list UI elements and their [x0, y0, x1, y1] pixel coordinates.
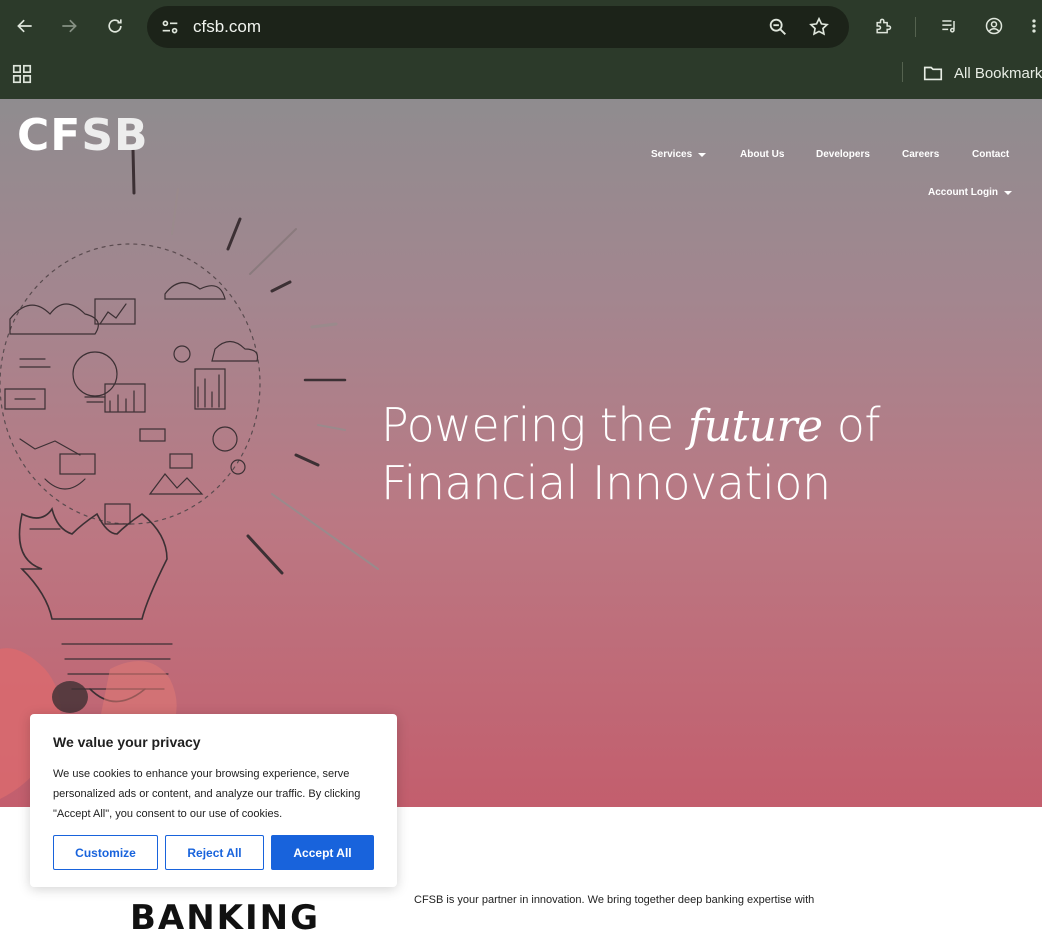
star-icon[interactable]: [808, 16, 830, 38]
headline-emphasis: future: [687, 401, 823, 452]
nav-careers-label: Careers: [902, 149, 940, 160]
nav-account-login[interactable]: Account Login: [928, 187, 1012, 198]
forward-icon[interactable]: [54, 11, 84, 41]
nav-contact[interactable]: Contact: [972, 149, 1009, 160]
headline-line1-end: of: [822, 398, 881, 452]
address-bar[interactable]: cfsb.com: [147, 6, 849, 48]
all-bookmarks-label: All Bookmarks: [954, 64, 1042, 82]
menu-icon[interactable]: [1026, 11, 1042, 41]
customize-button[interactable]: Customize: [53, 835, 158, 870]
headline-line1-start: Powering the: [381, 398, 688, 452]
section-heading: BANKING: [130, 898, 321, 938]
bookmarks-separator: [902, 62, 903, 82]
headline-line2: Financial Innovation: [381, 456, 831, 510]
nav-developers-label: Developers: [816, 149, 870, 160]
accept-all-button[interactable]: Accept All: [271, 835, 374, 870]
nav-about-label: About Us: [740, 149, 785, 160]
reload-icon[interactable]: [100, 11, 130, 41]
nav-account-login-label: Account Login: [928, 187, 998, 198]
site-settings-icon[interactable]: [159, 16, 181, 38]
toolbar-separator: [915, 17, 916, 37]
all-bookmarks-button[interactable]: All Bookmarks: [922, 62, 1042, 84]
nav-developers[interactable]: Developers: [816, 149, 870, 160]
media-icon[interactable]: [934, 11, 964, 41]
extensions-icon[interactable]: [868, 11, 898, 41]
back-icon[interactable]: [10, 11, 40, 41]
lightbulb-sketch-illustration: [0, 149, 379, 799]
nav-services[interactable]: Services: [651, 149, 707, 160]
nav-careers[interactable]: Careers: [902, 149, 939, 160]
cookie-title: We value your privacy: [53, 734, 201, 750]
hero-section: CFSB Services About Us Developers Career…: [0, 99, 1042, 807]
intro-paragraph: CFSB is your partner in innovation. We b…: [414, 894, 815, 906]
nav-services-label: Services: [651, 149, 693, 160]
browser-toolbar: cfsb.com: [0, 0, 1042, 54]
nav-about-us[interactable]: About Us: [740, 149, 784, 160]
main-nav: Services About Us Developers Careers Con…: [0, 149, 1042, 198]
bookmarks-bar: All Bookmarks: [0, 54, 1042, 99]
apps-icon[interactable]: [11, 63, 33, 85]
cookie-description: We use cookies to enhance your browsing …: [53, 768, 361, 820]
cookie-consent-banner: We value your privacy We use cookies to …: [30, 714, 397, 887]
url-text[interactable]: cfsb.com: [193, 17, 261, 37]
nav-contact-label: Contact: [972, 149, 1010, 160]
chevron-down-icon: [1004, 190, 1012, 195]
browser-chrome: cfsb.com All Bookmarks: [0, 0, 1042, 99]
folder-icon: [923, 66, 943, 81]
reject-all-button[interactable]: Reject All: [165, 835, 264, 870]
chevron-down-icon: [698, 152, 707, 157]
profile-icon[interactable]: [979, 11, 1009, 41]
zoom-icon[interactable]: [767, 16, 789, 38]
hero-headline: Powering the future of Financial Innovat…: [381, 397, 881, 512]
